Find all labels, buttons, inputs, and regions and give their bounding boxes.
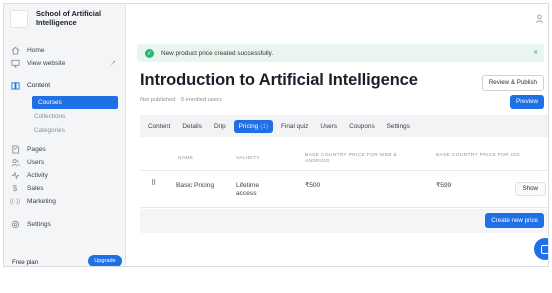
toast-message: New product price created successfully. bbox=[161, 49, 274, 57]
school-name: School of Artificial Intelligence bbox=[36, 9, 102, 27]
school-logo[interactable] bbox=[10, 10, 28, 28]
tab-drip[interactable]: Drip bbox=[214, 123, 226, 130]
pricing-table-header: NAME VALIDITY BASE COUNTRY PRICE FOR WEB… bbox=[140, 147, 548, 171]
sidebar-item-label: Pages bbox=[27, 146, 46, 153]
sidebar-item-label: Marketing bbox=[27, 198, 56, 205]
table-footer: Create new price bbox=[140, 209, 548, 233]
user-icon[interactable] bbox=[535, 10, 544, 28]
close-icon[interactable]: × bbox=[533, 48, 538, 57]
sidebar-item-sales[interactable]: $ Sales bbox=[4, 182, 126, 195]
sidebar-item-view-website[interactable]: View website ↗ bbox=[4, 57, 126, 70]
book-icon bbox=[10, 81, 20, 91]
course-meta: Not published · 0 enrolled users bbox=[140, 97, 222, 103]
create-new-price-button[interactable]: Create new price bbox=[485, 213, 544, 228]
tab-content[interactable]: Content bbox=[148, 123, 170, 130]
gear-icon bbox=[10, 220, 20, 230]
price-validity: Lifetime access bbox=[236, 182, 260, 197]
chat-support-button[interactable] bbox=[534, 238, 548, 260]
monitor-icon bbox=[10, 59, 20, 69]
column-header-validity: VALIDITY bbox=[236, 156, 260, 161]
sidebar-subitem-collections[interactable]: Collections bbox=[34, 113, 65, 120]
tab-pricing-count: (1) bbox=[260, 122, 269, 130]
course-tabs: Content Details Drip Pricing (1) Final qu… bbox=[140, 115, 548, 137]
users-icon bbox=[10, 158, 20, 168]
app-window: School of Artificial Intelligence Home V… bbox=[3, 3, 549, 267]
home-icon bbox=[10, 46, 20, 56]
tab-settings[interactable]: Settings bbox=[387, 123, 410, 130]
preview-button[interactable]: Preview bbox=[509, 95, 544, 109]
review-publish-button[interactable]: Review & Publish bbox=[481, 75, 544, 91]
column-header-ios-price: BASE COUNTRY PRICE FOR IOS bbox=[436, 153, 520, 158]
tab-users[interactable]: Users bbox=[320, 123, 337, 130]
main-content: ✓ New product price created successfully… bbox=[127, 4, 548, 266]
pages-icon bbox=[10, 145, 20, 155]
sidebar-item-label: Home bbox=[27, 47, 45, 54]
column-header-web-price: BASE COUNTRY PRICE FOR WEB & ANDROID bbox=[305, 153, 397, 164]
upgrade-button[interactable]: Upgrade bbox=[88, 255, 122, 266]
sidebar-item-label: Sales bbox=[27, 185, 44, 192]
activity-icon bbox=[10, 171, 20, 181]
sidebar-item-label: Users bbox=[27, 159, 45, 166]
dollar-icon: $ bbox=[12, 184, 18, 193]
table-row: ⠿ Basic Pricing Lifetime access ₹500 ₹59… bbox=[140, 172, 548, 208]
sidebar-item-home[interactable]: Home bbox=[4, 44, 126, 57]
success-toast: ✓ New product price created successfully… bbox=[137, 44, 544, 62]
tab-details[interactable]: Details bbox=[182, 123, 202, 130]
sidebar-item-pages[interactable]: Pages bbox=[4, 143, 126, 156]
broadcast-icon: ((·)) bbox=[10, 198, 20, 205]
sidebar-subitem-categories[interactable]: Categories bbox=[34, 127, 65, 134]
tab-final-quiz[interactable]: Final quiz bbox=[281, 123, 308, 130]
sidebar-item-content[interactable]: Content bbox=[4, 79, 126, 92]
page-title: Introduction to Artificial Intelligence bbox=[140, 71, 418, 89]
sidebar-item-label: Content bbox=[27, 82, 51, 89]
sidebar-item-settings[interactable]: Settings bbox=[4, 218, 126, 231]
tab-pricing[interactable]: Pricing (1) bbox=[233, 119, 274, 133]
price-ios: ₹599 bbox=[436, 182, 452, 189]
price-web-android: ₹500 bbox=[305, 182, 321, 189]
tab-coupons[interactable]: Coupons bbox=[349, 123, 375, 130]
sidebar-item-label: View website bbox=[27, 60, 66, 67]
chat-icon bbox=[540, 244, 548, 254]
sidebar: School of Artificial Intelligence Home V… bbox=[4, 4, 126, 266]
tab-pricing-label: Pricing bbox=[238, 122, 259, 130]
column-header-name: NAME bbox=[178, 156, 194, 161]
external-link-icon: ↗ bbox=[110, 60, 116, 67]
sidebar-item-label: Settings bbox=[27, 221, 51, 228]
check-circle-icon: ✓ bbox=[145, 48, 154, 58]
sidebar-item-marketing[interactable]: ((·)) Marketing bbox=[4, 195, 126, 208]
drag-handle-icon[interactable]: ⠿ bbox=[151, 180, 156, 190]
plan-label: Free plan bbox=[12, 259, 39, 266]
sidebar-item-activity[interactable]: Activity bbox=[4, 169, 126, 182]
sidebar-item-users[interactable]: Users bbox=[4, 156, 126, 169]
sidebar-subitem-courses[interactable]: Courses bbox=[32, 96, 118, 109]
price-name: Basic Pricing bbox=[176, 182, 215, 189]
sidebar-item-label: Activity bbox=[27, 172, 48, 179]
show-button[interactable]: Show bbox=[514, 182, 546, 196]
